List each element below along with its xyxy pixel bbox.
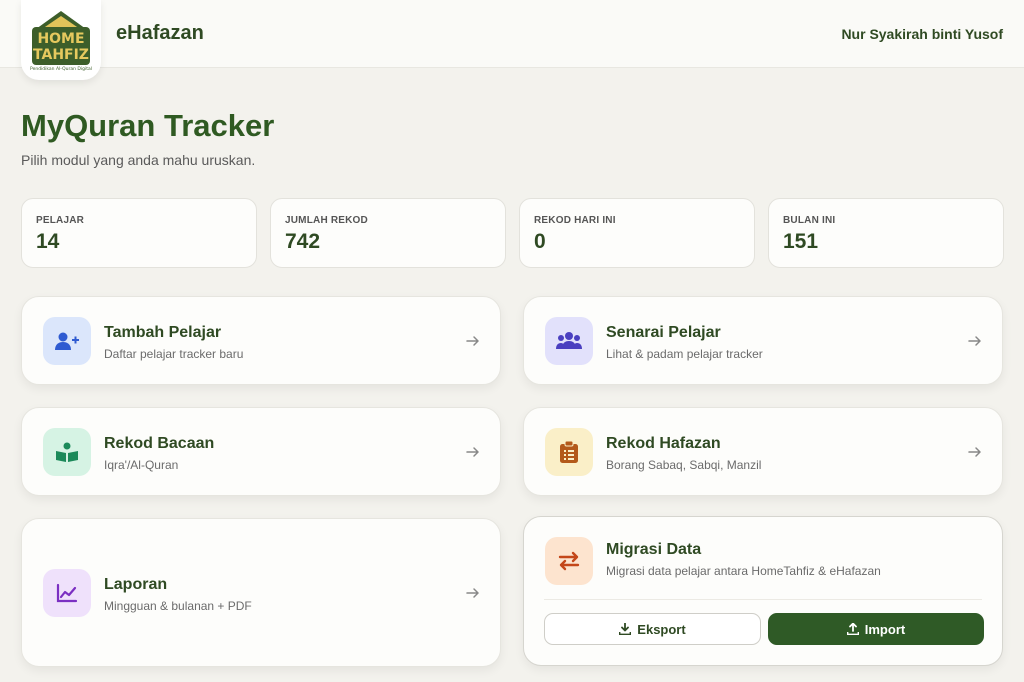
logo[interactable]: HOME TAHFIZ Pendidikan Al-Quran Digital bbox=[21, 0, 101, 80]
stat-value: 0 bbox=[534, 230, 546, 253]
module-card-laporan[interactable]: Laporan Mingguan & bulanan + PDF bbox=[21, 518, 501, 667]
users-icon bbox=[545, 317, 593, 365]
import-label: Import bbox=[864, 621, 906, 637]
module-desc: Borang Sabaq, Sabqi, Manzil bbox=[606, 458, 762, 472]
module-card-senarai-pelajar[interactable]: Senarai Pelajar Lihat & padam pelajar tr… bbox=[523, 296, 1003, 385]
top-bar: HOME TAHFIZ Pendidikan Al-Quran Digital … bbox=[0, 0, 1024, 80]
module-desc: Daftar pelajar tracker baru bbox=[104, 347, 244, 361]
chart-line-icon bbox=[43, 569, 91, 617]
user-name[interactable]: Nur Syakirah binti Yusof bbox=[841, 26, 1003, 42]
module-title: Senarai Pelajar bbox=[606, 324, 721, 341]
module-desc: Migrasi data pelajar antara HomeTahfiz &… bbox=[606, 564, 881, 578]
stat-label: JUMLAH REKOD bbox=[285, 215, 368, 226]
app-name: eHafazan bbox=[116, 22, 204, 44]
arrow-right-icon bbox=[466, 336, 479, 346]
hometahfiz-logo-icon: HOME TAHFIZ Pendidikan Al-Quran Digital bbox=[30, 11, 92, 72]
module-title: Rekod Bacaan bbox=[104, 435, 215, 452]
svg-text:Pendidikan Al-Quran Digital: Pendidikan Al-Quran Digital bbox=[30, 66, 92, 72]
page-subtitle: Pilih modul yang anda mahu uruskan. bbox=[21, 152, 256, 168]
module-card-rekod-bacaan[interactable]: Rekod Bacaan Iqra'/Al-Quran bbox=[21, 407, 501, 496]
stat-card-jumlah-rekod: JUMLAH REKOD 742 bbox=[270, 198, 506, 268]
stat-card-rekod-hari-ini: REKOD HARI INI 0 bbox=[519, 198, 755, 268]
stat-card-pelajar: PELAJAR 14 bbox=[21, 198, 257, 268]
module-title: Tambah Pelajar bbox=[104, 324, 222, 341]
export-button[interactable]: Eksport bbox=[544, 613, 761, 645]
arrow-right-icon bbox=[466, 588, 479, 598]
exchange-icon bbox=[545, 537, 593, 585]
book-reader-icon bbox=[43, 428, 91, 476]
stat-value: 14 bbox=[36, 230, 60, 253]
stat-label: PELAJAR bbox=[36, 215, 85, 226]
module-desc: Iqra'/Al-Quran bbox=[104, 458, 179, 472]
divider bbox=[544, 599, 982, 600]
stat-label: BULAN INI bbox=[783, 215, 836, 226]
module-title: Rekod Hafazan bbox=[606, 435, 721, 452]
stat-value: 742 bbox=[285, 230, 321, 253]
svg-text:HOME: HOME bbox=[37, 31, 84, 47]
module-card-tambah-pelajar[interactable]: Tambah Pelajar Daftar pelajar tracker ba… bbox=[21, 296, 501, 385]
svg-text:TAHFIZ: TAHFIZ bbox=[33, 47, 89, 63]
export-label: Eksport bbox=[637, 621, 686, 637]
stat-card-bulan-ini: BULAN INI 151 bbox=[768, 198, 1004, 268]
module-card-rekod-hafazan[interactable]: Rekod Hafazan Borang Sabaq, Sabqi, Manzi… bbox=[523, 407, 1003, 496]
user-plus-icon bbox=[43, 317, 91, 365]
download-icon bbox=[619, 623, 632, 635]
stat-label: REKOD HARI INI bbox=[534, 215, 616, 226]
module-title: Laporan bbox=[104, 576, 168, 593]
module-desc: Lihat & padam pelajar tracker bbox=[606, 347, 763, 361]
stat-value: 151 bbox=[783, 230, 819, 253]
upload-icon bbox=[846, 623, 859, 635]
module-card-migrasi-data: Migrasi Data Migrasi data pelajar antara… bbox=[523, 516, 1003, 666]
page-title: MyQuran Tracker bbox=[21, 108, 275, 143]
module-title: Migrasi Data bbox=[606, 541, 702, 558]
clipboard-icon bbox=[545, 428, 593, 476]
arrow-right-icon bbox=[968, 447, 981, 457]
arrow-right-icon bbox=[466, 447, 479, 457]
module-desc: Mingguan & bulanan + PDF bbox=[104, 599, 252, 613]
arrow-right-icon bbox=[968, 336, 981, 346]
import-button[interactable]: Import bbox=[768, 613, 984, 645]
